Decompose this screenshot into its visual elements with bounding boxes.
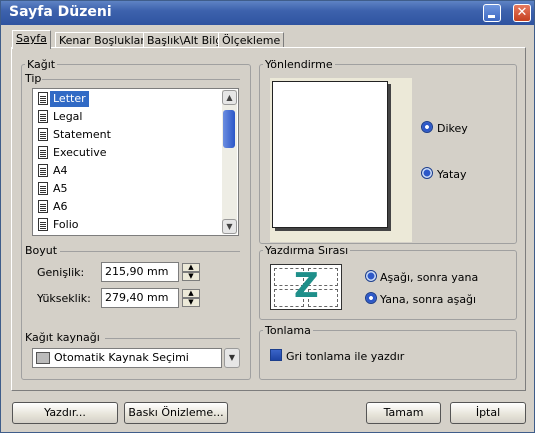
width-stepper[interactable]: ▲ ▼ [182, 263, 200, 281]
height-field[interactable]: 279,40 mm [101, 288, 179, 308]
document-icon [38, 128, 48, 141]
print-order-group-label: Yazdırma Sırası [263, 244, 351, 257]
toning-group-label: Tonlama [263, 324, 313, 337]
tab-baslik-alt-bilgi[interactable]: Başlık\Alt Bilgi [143, 32, 230, 48]
chevron-down-icon[interactable]: ▼ [182, 272, 200, 281]
close-button[interactable]: ✕ [513, 4, 531, 22]
printer-icon [36, 352, 50, 364]
list-scrollbar[interactable]: ▲ ▼ [222, 90, 237, 234]
width-field[interactable]: 215,90 mm [101, 262, 179, 282]
over-then-down-radio[interactable] [365, 292, 377, 304]
tab-kenar-bosluklari[interactable]: Kenar Boşlukları [55, 32, 152, 48]
page-preview-icon [272, 81, 388, 228]
tab-sayfa[interactable]: Sayfa [12, 30, 51, 49]
ok-button[interactable]: Tamam [366, 402, 441, 424]
portrait-radio[interactable] [421, 121, 433, 133]
source-divider [105, 338, 240, 339]
paper-source-select[interactable]: Otomatik Kaynak Seçimi [32, 348, 222, 368]
document-icon [38, 92, 48, 105]
scroll-up-icon[interactable]: ▲ [222, 90, 237, 105]
grayscale-checkbox[interactable] [270, 349, 282, 361]
over-then-down-label[interactable]: Yana, sonra aşağı [380, 293, 476, 306]
scroll-down-icon[interactable]: ▼ [222, 219, 237, 234]
cancel-button[interactable]: İptal [450, 402, 526, 424]
down-then-over-label[interactable]: Aşağı, sonra yana [380, 271, 478, 284]
down-then-over-radio[interactable] [365, 270, 377, 282]
chevron-up-icon[interactable]: ▲ [182, 263, 200, 272]
size-divider [60, 251, 240, 252]
portrait-label[interactable]: Dikey [437, 122, 468, 135]
print-preview-button[interactable]: Baskı Önizleme... [124, 402, 228, 424]
document-icon [38, 164, 48, 177]
minimize-button[interactable] [483, 4, 501, 22]
height-label: Yükseklik: [37, 292, 91, 305]
paper-type-list[interactable]: Letter Legal Statement Executive A4 A5 A… [32, 88, 239, 236]
landscape-label[interactable]: Yatay [437, 168, 467, 181]
window-title: Sayfa Düzeni [9, 4, 112, 20]
height-stepper[interactable]: ▲ ▼ [182, 289, 200, 307]
title-bar[interactable]: Sayfa Düzeni ✕ [1, 1, 534, 25]
width-label: Genişlik: [37, 266, 85, 279]
document-icon [38, 182, 48, 195]
orientation-group-label: Yönlendirme [263, 58, 335, 71]
paper-type-label: Tip [25, 72, 42, 85]
close-icon: ✕ [516, 5, 528, 20]
grayscale-label[interactable]: Gri tonlama ile yazdır [286, 350, 404, 363]
chevron-down-icon[interactable]: ▼ [224, 348, 240, 368]
scroll-thumb[interactable] [223, 110, 235, 148]
size-label: Boyut [25, 244, 58, 257]
chevron-up-icon[interactable]: ▲ [182, 289, 200, 298]
print-order-icon: Z [270, 264, 342, 310]
print-button[interactable]: Yazdır... [12, 402, 118, 424]
document-icon [38, 110, 48, 123]
document-icon [38, 218, 48, 231]
paper-group-label: Kağıt [25, 58, 58, 71]
type-divider [42, 79, 240, 80]
landscape-radio[interactable] [421, 167, 433, 179]
chevron-down-icon[interactable]: ▼ [182, 298, 200, 307]
paper-source-label: Kağıt kaynağı [25, 331, 100, 344]
document-icon [38, 146, 48, 159]
document-icon [38, 200, 48, 213]
tab-olcekleme[interactable]: Ölçekleme [218, 32, 285, 48]
